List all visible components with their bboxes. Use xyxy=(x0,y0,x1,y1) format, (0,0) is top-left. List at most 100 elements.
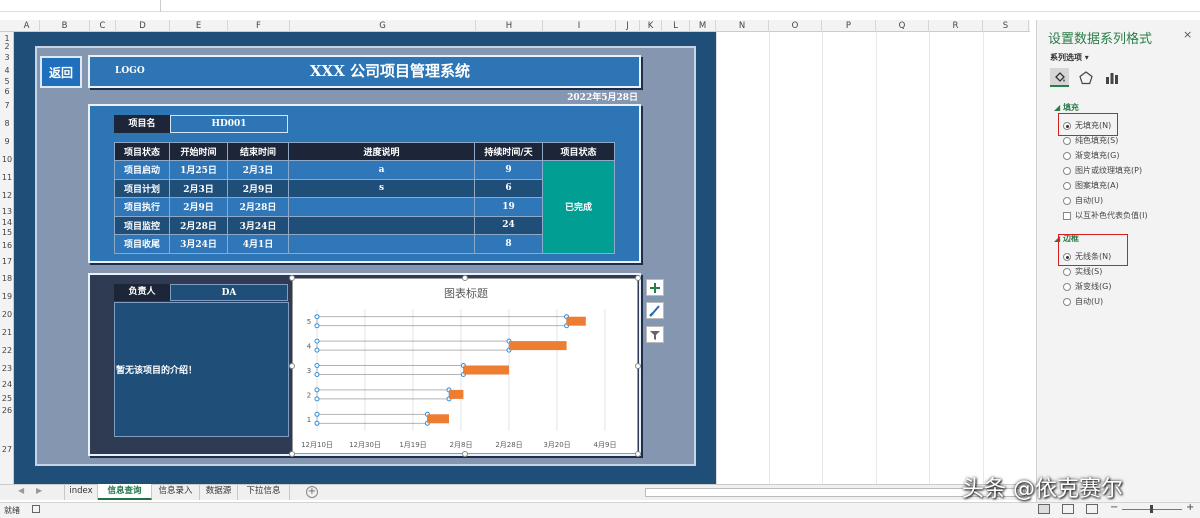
column-header[interactable]: S xyxy=(983,20,1029,32)
row-header[interactable]: 11 xyxy=(0,169,14,187)
row-header[interactable]: 20 xyxy=(0,306,14,324)
note-cell[interactable] xyxy=(288,234,475,254)
selection-handle[interactable] xyxy=(314,363,320,368)
back-button[interactable]: 返回 xyxy=(40,56,82,88)
days-cell[interactable]: 8 xyxy=(474,234,543,254)
row-header[interactable]: 6 xyxy=(0,86,14,97)
base-bar[interactable] xyxy=(316,365,464,375)
stage-cell[interactable]: 项目收尾 xyxy=(114,234,170,254)
formula-bar[interactable] xyxy=(0,0,1200,12)
fill-option[interactable]: 自动(U) xyxy=(1063,195,1103,206)
end-cell[interactable]: 2月9日 xyxy=(227,178,289,198)
row-header[interactable]: 10 xyxy=(0,151,14,169)
add-sheet-icon[interactable]: + xyxy=(306,486,318,498)
stage-cell[interactable]: 项目启动 xyxy=(114,160,170,180)
start-cell[interactable]: 2月3日 xyxy=(169,178,228,198)
resize-handle[interactable] xyxy=(289,363,295,369)
tab-scroll-right-icon[interactable]: ▶ xyxy=(36,486,42,495)
row-header[interactable]: 9 xyxy=(0,133,14,151)
row-header[interactable]: 26 xyxy=(0,405,14,416)
zoom-in-icon[interactable]: + xyxy=(1186,502,1194,513)
row-header[interactable]: 7 xyxy=(0,97,14,115)
selection-handle[interactable] xyxy=(314,396,320,402)
selection-handle[interactable] xyxy=(314,338,320,344)
overall-status[interactable]: 已完成 xyxy=(542,160,615,254)
selection-handle[interactable] xyxy=(314,387,320,393)
resize-handle[interactable] xyxy=(462,451,468,457)
row-header[interactable]: 12 xyxy=(0,187,14,205)
base-bar[interactable] xyxy=(316,389,450,400)
sheet-tab-active[interactable]: 信息查询 xyxy=(98,484,152,500)
fill-section-header[interactable]: ◢ 填充 xyxy=(1054,102,1079,113)
invert-negative-checkbox[interactable]: 以互补色代表负值(I) xyxy=(1063,210,1148,221)
days-cell[interactable]: 9 xyxy=(474,160,543,180)
stage-cell[interactable]: 项目执行 xyxy=(114,197,170,217)
row-header[interactable]: 3 xyxy=(0,51,14,65)
column-header[interactable]: H xyxy=(476,20,543,32)
row-header[interactable]: 19 xyxy=(0,288,14,306)
start-cell[interactable]: 2月9日 xyxy=(169,197,228,217)
zoom-out-icon[interactable]: − xyxy=(1110,502,1118,513)
row-header[interactable]: 25 xyxy=(0,392,14,405)
days-cell[interactable]: 24 xyxy=(474,215,543,235)
fill-option[interactable]: 图案填充(A) xyxy=(1063,180,1119,191)
chart-filter-button[interactable] xyxy=(646,326,664,343)
duration-bar[interactable] xyxy=(566,316,586,326)
chart-title[interactable]: 图表标题 xyxy=(444,286,488,300)
row-header[interactable]: 5 xyxy=(0,77,14,86)
resize-handle[interactable] xyxy=(289,275,295,281)
zoom-slider-thumb[interactable] xyxy=(1150,505,1153,513)
fill-line-tab[interactable] xyxy=(1050,68,1069,87)
border-option[interactable]: 实线(S) xyxy=(1063,266,1102,277)
row-header[interactable]: 13 xyxy=(0,205,14,219)
chart-elements-button[interactable] xyxy=(646,279,664,296)
selection-handle[interactable] xyxy=(314,420,320,426)
note-cell[interactable] xyxy=(288,215,475,235)
column-header[interactable]: C xyxy=(90,20,116,32)
resize-handle[interactable] xyxy=(635,275,641,281)
days-cell[interactable]: 19 xyxy=(474,197,543,217)
series-options-dropdown[interactable]: 系列选项 ▾ xyxy=(1050,52,1089,63)
resize-handle[interactable] xyxy=(635,363,641,369)
manager-field[interactable]: DA xyxy=(170,284,288,301)
selection-handle[interactable] xyxy=(314,323,320,329)
note-cell[interactable]: s xyxy=(288,178,475,198)
duration-bar[interactable] xyxy=(449,389,464,399)
duration-bar[interactable] xyxy=(509,341,567,351)
border-option[interactable]: 自动(U) xyxy=(1063,296,1103,307)
end-cell[interactable]: 2月28日 xyxy=(227,197,289,217)
resize-handle[interactable] xyxy=(289,451,295,457)
tab-scroll-left-icon[interactable]: ◀ xyxy=(18,486,24,495)
column-header[interactable]: D xyxy=(116,20,170,32)
column-header[interactable]: G xyxy=(290,20,476,32)
row-header[interactable]: 17 xyxy=(0,253,14,270)
normal-view-icon[interactable] xyxy=(1038,504,1050,514)
row-header[interactable]: 14 xyxy=(0,219,14,227)
row-header[interactable]: 21 xyxy=(0,324,14,342)
column-header[interactable]: L xyxy=(662,20,690,32)
sheet-tab[interactable]: 数据源 xyxy=(200,484,238,500)
selection-handle[interactable] xyxy=(314,314,320,320)
end-cell[interactable]: 2月3日 xyxy=(227,160,289,180)
end-cell[interactable]: 3月24日 xyxy=(227,215,289,235)
column-header[interactable]: N xyxy=(716,20,769,32)
row-header[interactable]: 8 xyxy=(0,115,14,133)
fill-option[interactable]: 渐变填充(G) xyxy=(1063,150,1119,161)
column-header[interactable]: R xyxy=(929,20,983,32)
row-header[interactable]: 24 xyxy=(0,378,14,392)
sheet-tab[interactable]: 信息录入 xyxy=(152,484,200,500)
start-cell[interactable]: 1月25日 xyxy=(169,160,228,180)
sheet-tab[interactable]: index xyxy=(64,484,98,500)
row-header[interactable]: 22 xyxy=(0,342,14,360)
column-header[interactable]: Q xyxy=(876,20,929,32)
note-cell[interactable]: a xyxy=(288,160,475,180)
duration-bar[interactable] xyxy=(463,365,509,375)
macro-record-icon[interactable] xyxy=(32,505,40,513)
note-cell[interactable] xyxy=(288,197,475,217)
gantt-chart[interactable]: 图表标题 12月10日 12月30日 1月19日 2月8日 2月28日 3月20日 4月9日 1… xyxy=(292,278,638,454)
sheet-tab[interactable]: 下拉信息 xyxy=(238,484,290,500)
row-header[interactable]: 15 xyxy=(0,227,14,239)
column-header[interactable]: J xyxy=(616,20,640,32)
column-header[interactable]: K xyxy=(640,20,662,32)
base-bar[interactable] xyxy=(316,413,428,424)
